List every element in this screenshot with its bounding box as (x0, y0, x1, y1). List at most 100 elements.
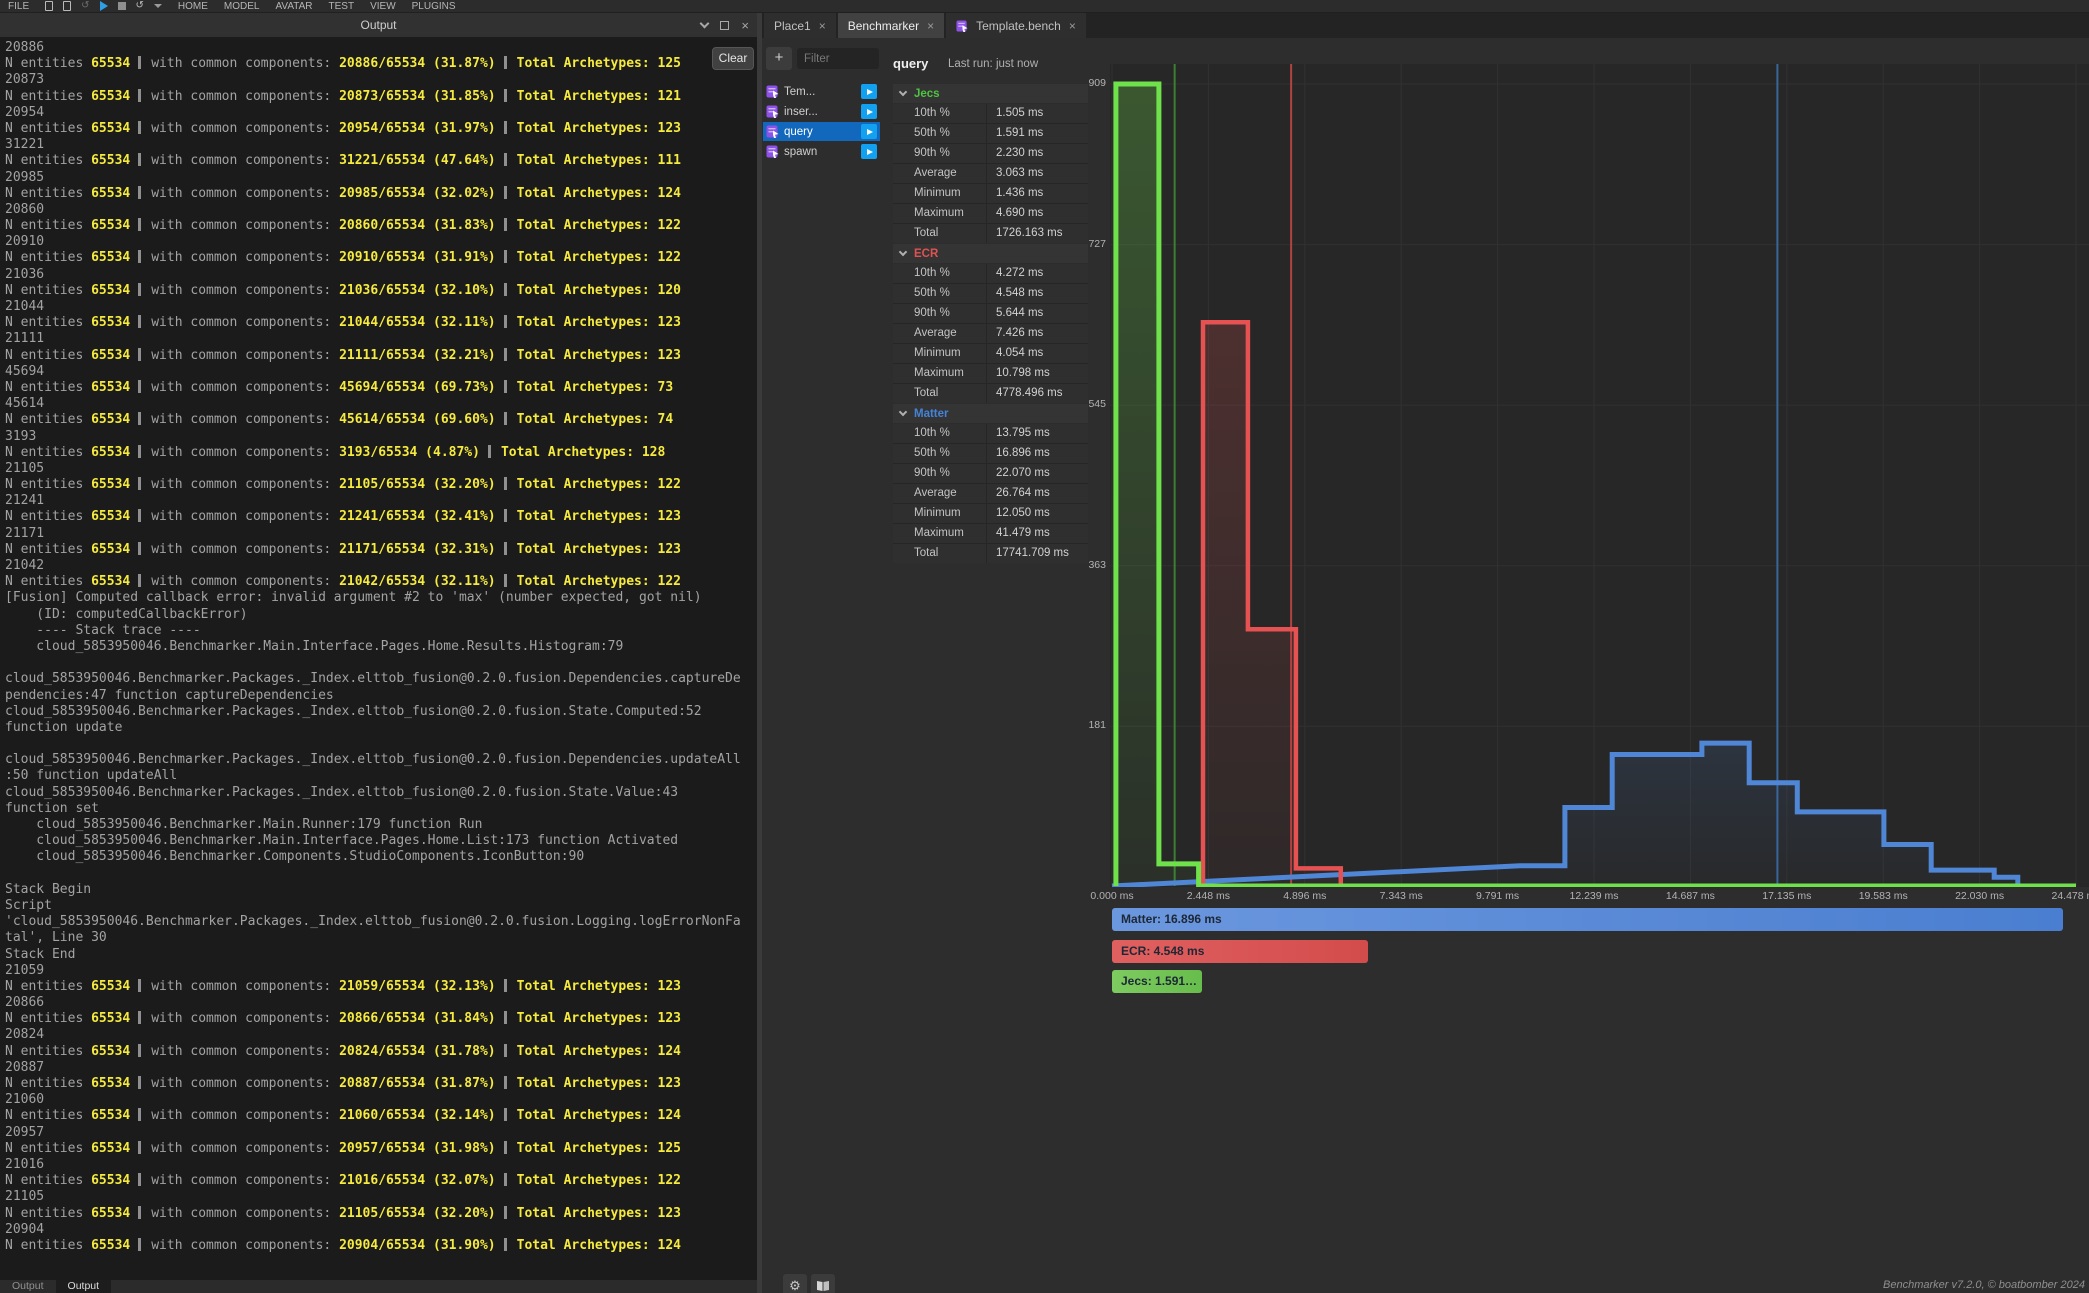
run-benchmark-button[interactable] (861, 104, 877, 119)
benchmark-item-Tem[interactable]: Tem... (763, 82, 880, 101)
tab-output-1[interactable]: Output (0, 1280, 56, 1293)
menu-file[interactable]: FILE (8, 1, 29, 12)
x-tick-label: 12.239 ms (1559, 890, 1629, 902)
separator-bar (504, 121, 507, 134)
stat-label: 90th % (893, 304, 986, 323)
menu-home[interactable]: HOME (178, 1, 208, 12)
log-line: N entities 65534with common components: … (5, 1206, 757, 1222)
dropdown-caret-icon[interactable] (154, 4, 162, 8)
stat-value: 12.050 ms (987, 504, 1088, 523)
separator-bar (138, 186, 141, 199)
log-error-line: function set (5, 801, 757, 817)
docs-button[interactable] (811, 1274, 835, 1293)
log-line: N entities 65534with common components: … (5, 1076, 757, 1092)
stat-value: 13.795 ms (987, 424, 1088, 443)
separator-bar (504, 186, 507, 199)
filter-input[interactable] (797, 48, 879, 69)
log-error-line: Stack End (5, 947, 757, 963)
add-benchmark-button[interactable]: + (766, 47, 792, 70)
clear-button[interactable]: Clear (712, 47, 754, 70)
close-tab-icon[interactable]: × (819, 19, 826, 33)
play-button[interactable] (100, 1, 108, 11)
bench-script-icon (766, 145, 779, 158)
benchmark-list: Tem... inser... queryspawn (763, 82, 880, 162)
separator-bar (138, 1141, 141, 1154)
stats-section-header-ecr[interactable]: ECR (893, 244, 1088, 263)
gear-icon: ⚙ (789, 1278, 801, 1293)
tab-template-bench[interactable]: Template.bench× (946, 13, 1086, 38)
legend-label: ECR: 4.548 ms (1112, 940, 1204, 963)
log-line: N entities 65534with common components: … (5, 574, 757, 590)
tab-output-2[interactable]: Output (56, 1280, 112, 1293)
tab-place1[interactable]: Place1× (764, 13, 836, 38)
log-line: 20824 (5, 1027, 757, 1043)
benchmark-item-inser[interactable]: inser... (763, 102, 880, 121)
benchmark-item-label: inser... (784, 106, 856, 118)
output-panel-header: Output × (0, 13, 757, 37)
benchmark-item-query[interactable]: query (763, 122, 880, 141)
log-error-line: cloud_5853950046.Benchmarker.Packages._I… (5, 752, 757, 768)
x-tick-label: 4.896 ms (1270, 890, 1340, 902)
menu-test[interactable]: TEST (329, 1, 355, 12)
log-error-line (5, 866, 757, 882)
output-console[interactable]: 20886N entities 65534with common compone… (0, 37, 757, 1280)
separator-bar (504, 1011, 507, 1024)
log-line: 21241 (5, 493, 757, 509)
close-tab-icon[interactable]: × (1069, 19, 1076, 33)
log-error-line: 'cloud_5853950046.Benchmarker.Packages._… (5, 914, 757, 930)
log-line: N entities 65534with common components: … (5, 218, 757, 234)
log-line: 21044 (5, 299, 757, 315)
stats-section-header-jecs[interactable]: Jecs (893, 84, 1088, 103)
log-line: N entities 65534with common components: … (5, 121, 757, 137)
run-benchmark-button[interactable] (861, 124, 877, 139)
stats-section-header-matter[interactable]: Matter (893, 404, 1088, 423)
log-line: 45614 (5, 396, 757, 412)
stat-value: 7.426 ms (987, 324, 1088, 343)
log-line: 21105 (5, 1189, 757, 1205)
separator-bar (504, 509, 507, 522)
new-file-icon[interactable] (45, 1, 53, 11)
benchmark-item-spawn[interactable]: spawn (763, 142, 880, 161)
x-tick-label: 7.343 ms (1366, 890, 1436, 902)
redo-icon[interactable]: ↺ (136, 1, 144, 11)
separator-bar (504, 1044, 507, 1057)
stat-label: Average (893, 164, 986, 183)
stat-value: 26.764 ms (987, 484, 1088, 503)
chevron-down-icon[interactable] (700, 18, 710, 28)
log-line: N entities 65534with common components: … (5, 283, 757, 299)
log-error-line: cloud_5853950046.Benchmarker.Main.Interf… (5, 639, 757, 655)
run-benchmark-button[interactable] (861, 144, 877, 159)
log-line: 20910 (5, 234, 757, 250)
log-line: N entities 65534with common components: … (5, 1108, 757, 1124)
stat-label: Average (893, 324, 986, 343)
close-panel-icon[interactable]: × (741, 19, 749, 32)
menu-model[interactable]: MODEL (224, 1, 260, 12)
run-benchmark-button[interactable] (861, 84, 877, 99)
settings-button[interactable]: ⚙ (783, 1274, 807, 1293)
log-line: 21105 (5, 461, 757, 477)
menu-avatar[interactable]: AVATAR (275, 1, 312, 12)
legend-item-jecs: Jecs: 1.591… (1112, 970, 1202, 993)
stop-button[interactable] (118, 2, 126, 10)
undo-icon[interactable]: ↺ (81, 1, 89, 11)
float-panel-icon[interactable] (720, 21, 729, 30)
legend-item-matter: Matter: 16.896 ms (1112, 908, 2063, 931)
open-file-icon[interactable] (63, 1, 71, 11)
menu-view[interactable]: VIEW (370, 1, 396, 12)
log-error-line: cloud_5853950046.Benchmarker.Packages._I… (5, 785, 757, 801)
tab-benchmarker[interactable]: Benchmarker× (838, 13, 944, 38)
menu-plugins[interactable]: PLUGINS (412, 1, 456, 12)
y-tick-label: 363 (1066, 559, 1106, 571)
log-line: 20887 (5, 1060, 757, 1076)
separator-bar (138, 283, 141, 296)
log-line: N entities 65534with common components: … (5, 979, 757, 995)
stat-value: 16.896 ms (987, 444, 1088, 463)
stat-label: 10th % (893, 424, 986, 443)
stats-section-name: ECR (914, 248, 938, 260)
separator-bar (504, 89, 507, 102)
stat-value: 4.548 ms (987, 284, 1088, 303)
close-tab-icon[interactable]: × (927, 19, 934, 33)
chevron-down-icon (899, 88, 907, 96)
play-icon (867, 109, 873, 115)
x-tick-label: 22.030 ms (1945, 890, 2015, 902)
